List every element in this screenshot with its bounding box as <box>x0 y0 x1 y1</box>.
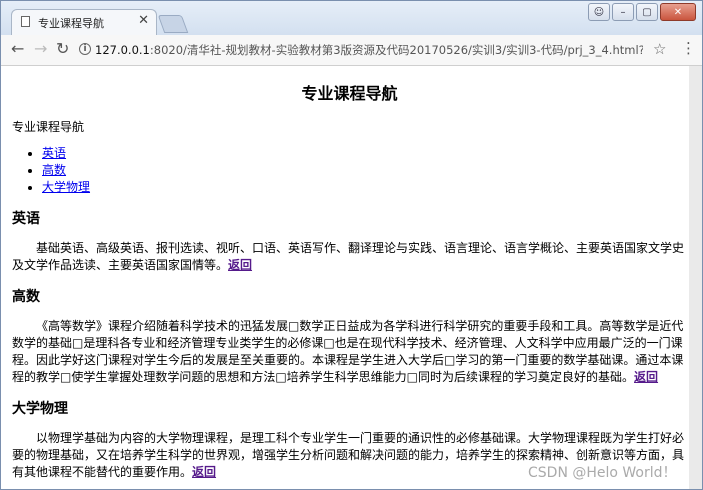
browser-toolbar: ← → ↻ i 127.0.0.1:8020/清华社-规划教材-实验教材第3版资… <box>1 35 702 66</box>
back-link[interactable]: 返回 <box>192 465 216 479</box>
list-item: 英语 <box>42 145 687 162</box>
back-arrow-icon[interactable]: ← <box>11 40 24 58</box>
back-link[interactable]: 返回 <box>228 258 252 272</box>
tab-close-icon[interactable]: ✕ <box>138 13 149 28</box>
browser-tab[interactable]: 专业课程导航 ✕ <box>11 9 157 35</box>
page-icon <box>21 16 30 27</box>
nav-link-english[interactable]: 英语 <box>42 146 66 160</box>
tab-title: 专业课程导航 <box>38 17 104 30</box>
section-text-math: 《高等数学》课程介绍随着科学技术的迅猛发展□数学正日益成为各学科进行科学研究的重… <box>12 318 687 386</box>
nav-link-physics[interactable]: 大学物理 <box>42 180 90 194</box>
new-tab-button[interactable] <box>157 15 189 33</box>
url-path: :8020/清华社-规划教材-实验教材第3版资源及代码20170526/实训3/… <box>149 43 643 57</box>
title-bar: 专业课程导航 ✕ ☺ – ▢ ✕ <box>1 1 702 35</box>
section-heading-english: 英语 <box>12 211 40 227</box>
forward-arrow-icon[interactable]: → <box>34 40 47 58</box>
url-host: 127.0.0.1 <box>95 43 150 57</box>
back-link[interactable]: 返回 <box>634 370 658 384</box>
maximize-button[interactable]: ▢ <box>636 3 658 21</box>
window-controls: ☺ – ▢ ✕ <box>588 3 696 21</box>
close-window-button[interactable]: ✕ <box>660 3 696 21</box>
browser-window: 专业课程导航 ✕ ☺ – ▢ ✕ ← → ↻ i 127.0.0.1:8020/… <box>0 0 703 490</box>
user-icon[interactable]: ☺ <box>588 3 610 21</box>
bookmark-star-icon[interactable]: ☆ <box>653 40 666 58</box>
page-title: 专业课程导航 <box>301 84 398 103</box>
watermark: CSDN @Helo World！ <box>528 465 677 481</box>
nav-link-math[interactable]: 高数 <box>42 163 66 177</box>
reload-icon[interactable]: ↻ <box>56 40 69 58</box>
section-heading-physics: 大学物理 <box>12 401 68 417</box>
section-heading-math: 高数 <box>12 289 40 305</box>
scrollbar[interactable] <box>689 66 702 489</box>
section-text-english: 基础英语、高级英语、报刊选读、视听、口语、英语写作、翻译理论与实践、语言理论、语… <box>12 240 687 274</box>
list-item: 大学物理 <box>42 179 687 196</box>
menu-dots-icon[interactable]: ⋮ <box>681 39 696 57</box>
list-item: 高数 <box>42 162 687 179</box>
section-body: 《高等数学》课程介绍随着科学技术的迅猛发展□数学正日益成为各学科进行科学研究的重… <box>12 319 684 384</box>
address-bar[interactable]: 127.0.0.1:8020/清华社-规划教材-实验教材第3版资源及代码2017… <box>95 42 643 58</box>
intro-text: 专业课程导航 <box>12 120 85 134</box>
minimize-button[interactable]: – <box>612 3 634 21</box>
page-content: 专业课程导航 专业课程导航 英语 高数 大学物理 英语 基础英语、高级英语、报刊… <box>2 66 687 489</box>
section-body: 基础英语、高级英语、报刊选读、视听、口语、英语写作、翻译理论与实践、语言理论、语… <box>12 241 685 272</box>
site-info-icon[interactable]: i <box>79 43 91 55</box>
course-nav-list: 英语 高数 大学物理 <box>12 145 687 196</box>
